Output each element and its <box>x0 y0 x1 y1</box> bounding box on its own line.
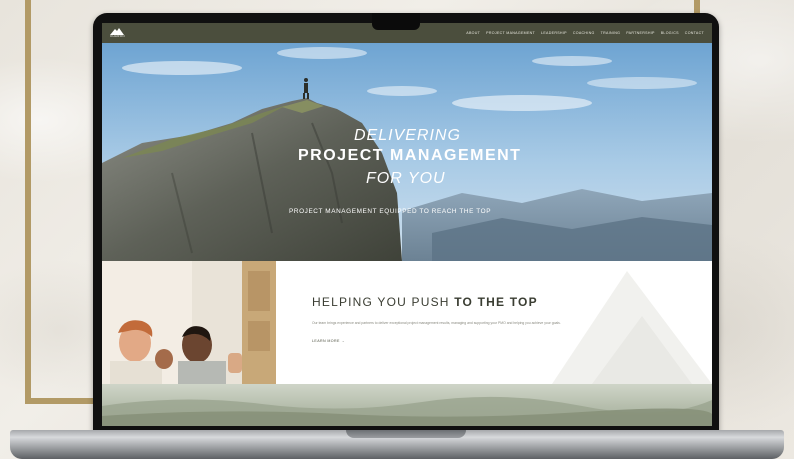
nav-about[interactable]: About <box>466 31 480 35</box>
nav-project-management[interactable]: Project Management <box>486 31 535 35</box>
helping-section: HELPING YOU PUSH TO THE TOP Our team bri… <box>102 261 712 384</box>
nav-training[interactable]: Training <box>601 31 621 35</box>
learn-more-link[interactable]: LEARN MORE → <box>312 339 345 343</box>
site-logo[interactable]: CHARON <box>110 28 125 38</box>
hero-subtitle: PROJECT MANAGEMENT EQUIPPED TO REACH THE… <box>289 208 492 215</box>
hero-line-project-management: PROJECT MANAGEMENT <box>298 147 522 164</box>
nav-contact[interactable]: Contact <box>685 31 704 35</box>
hero-text-block: DELIVERING PROJECT MANAGEMENT FOR YOU PR… <box>102 43 712 261</box>
logo-text: CHARON <box>110 34 125 38</box>
heading-bold-part: TO THE TOP <box>454 295 538 309</box>
camera-notch <box>372 13 420 30</box>
nav-leadership[interactable]: Leadership <box>541 31 567 35</box>
section-body-text: Our team brings experience and partners … <box>312 321 561 325</box>
nav-blog[interactable]: Blog/CS <box>661 31 679 35</box>
footer-landscape-strip <box>102 384 712 426</box>
website-viewport: CHARON About Project Management Leadersh… <box>102 23 712 426</box>
nav-links: About Project Management Leadership Coac… <box>466 31 704 35</box>
section-heading: HELPING YOU PUSH TO THE TOP <box>312 295 538 309</box>
team-photo <box>102 261 276 384</box>
hero-section: DELIVERING PROJECT MANAGEMENT FOR YOU PR… <box>102 43 712 261</box>
hero-line-for-you: FOR YOU <box>366 170 446 187</box>
nav-partnership[interactable]: Partnership <box>626 31 655 35</box>
nav-coaching[interactable]: Coaching <box>573 31 595 35</box>
heading-light-part: HELPING YOU PUSH <box>312 295 455 309</box>
laptop-base-lip <box>346 430 466 438</box>
hero-line-delivering: DELIVERING <box>354 127 461 144</box>
